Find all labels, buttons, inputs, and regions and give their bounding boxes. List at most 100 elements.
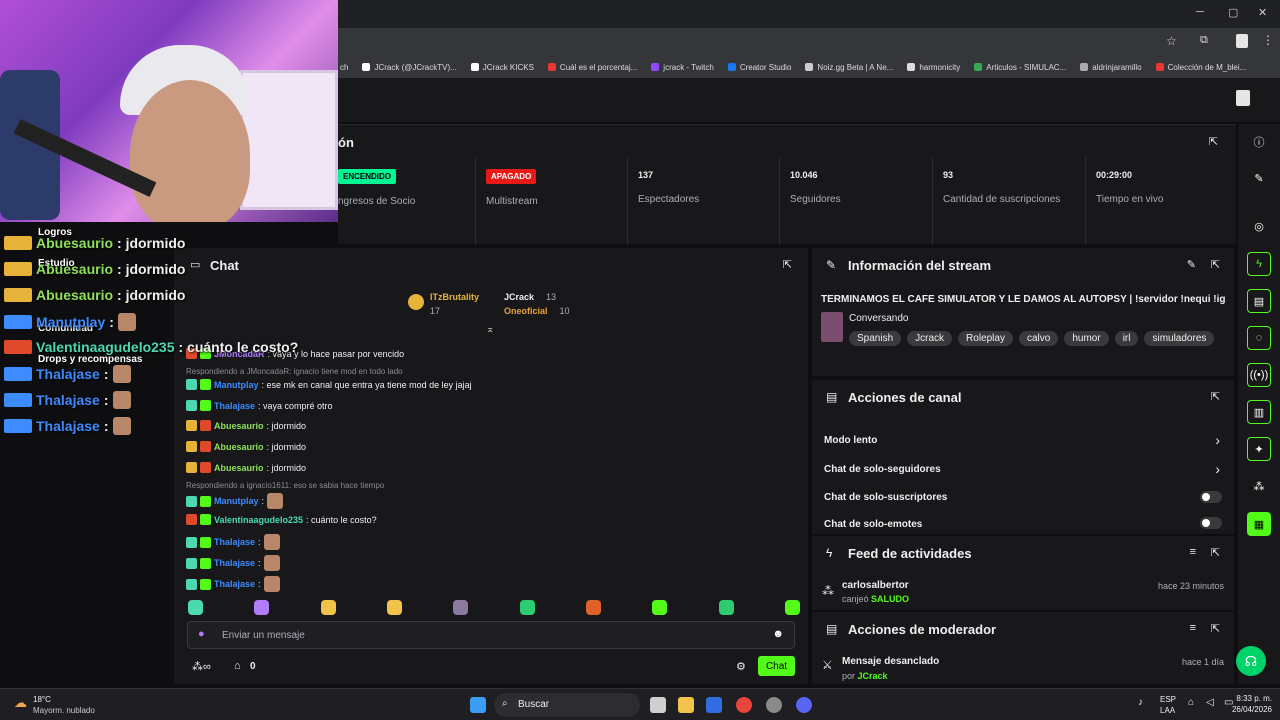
settings-icon[interactable]: ⚙ xyxy=(736,660,746,673)
chat-username[interactable]: Abuesaurio xyxy=(214,421,264,431)
taskbar-search[interactable]: ⌕ Buscar xyxy=(494,693,640,717)
chat-username[interactable]: Thalajase xyxy=(214,537,255,547)
popout-icon[interactable]: ⇱ xyxy=(1209,135,1218,148)
mic-icon[interactable]: ● xyxy=(198,628,205,640)
extensions-icon[interactable]: ⧉ xyxy=(1200,34,1208,47)
clock-time[interactable]: 8:33 p. m. xyxy=(1228,694,1272,703)
mail-icon[interactable] xyxy=(706,697,722,713)
chat-username[interactable]: Thalajase xyxy=(214,558,255,568)
chat-username[interactable]: Thalajase xyxy=(214,401,255,411)
support-icon[interactable]: ☊ xyxy=(1236,646,1266,676)
network-icon[interactable]: ⌂ xyxy=(1188,697,1194,708)
emote-icon[interactable] xyxy=(784,600,800,615)
camera-icon[interactable]: ◎ xyxy=(1247,214,1271,238)
leaderboard-entry[interactable]: Oneoficial 10 xyxy=(504,306,570,316)
task-view-icon[interactable] xyxy=(650,697,666,713)
category-name[interactable]: Conversando xyxy=(849,313,908,324)
clock-date[interactable]: 26/04/2026 xyxy=(1222,705,1272,714)
leaderboard-entry[interactable]: JCrack 13 xyxy=(504,292,556,302)
stream-tag[interactable]: Spanish xyxy=(849,331,902,346)
bookmark-item[interactable]: Noiz.gg Beta | A Ne... xyxy=(805,63,893,72)
emote-icon[interactable] xyxy=(254,600,270,615)
activity-user[interactable]: carlosalbertor xyxy=(842,580,909,591)
emote-icon[interactable] xyxy=(718,600,734,615)
tools-icon[interactable]: ▥ xyxy=(1247,400,1271,424)
windows-start-icon[interactable] xyxy=(470,697,486,713)
chat-username[interactable]: Valentinaagudelo235 xyxy=(214,515,303,525)
menu-icon[interactable]: ⋮ xyxy=(1262,33,1274,47)
lang-code[interactable]: ESP xyxy=(1160,695,1176,704)
popout-icon[interactable]: ⇱ xyxy=(1211,390,1220,403)
close-icon[interactable]: ✕ xyxy=(1258,6,1267,19)
emoji-icon[interactable]: ☻ xyxy=(772,628,784,640)
stream-tag[interactable]: irl xyxy=(1114,331,1139,346)
popout-icon[interactable]: ⇱ xyxy=(1211,546,1220,559)
emote-icon[interactable] xyxy=(386,600,402,615)
document-icon[interactable]: ▤ xyxy=(1247,289,1271,313)
bookmark-item[interactable]: aldrinjaramillo xyxy=(1080,63,1142,72)
filter-icon[interactable]: ≡ xyxy=(1190,546,1196,558)
lang-region[interactable]: LAA xyxy=(1160,706,1175,715)
send-chat-button[interactable]: Chat xyxy=(758,656,795,676)
chat-username[interactable]: Manutplay xyxy=(214,380,259,390)
discord-icon[interactable] xyxy=(796,697,812,713)
file-explorer-icon[interactable] xyxy=(678,697,694,713)
chat-username[interactable]: Abuesaurio xyxy=(214,463,264,473)
subs-only-toggle[interactable] xyxy=(1200,491,1222,503)
edit-icon[interactable]: ✎ xyxy=(1187,258,1196,271)
stream-tag[interactable]: Roleplay xyxy=(958,331,1013,346)
popout-icon[interactable]: ⇱ xyxy=(1211,622,1220,635)
popout-icon[interactable]: ⇱ xyxy=(1211,258,1220,271)
mod-by-user[interactable]: JCrack xyxy=(858,671,888,681)
chevron-right-icon[interactable]: › xyxy=(1215,461,1220,477)
emote-icon[interactable] xyxy=(188,600,203,615)
leaderboard-entry[interactable]: ITzBrutality 17 xyxy=(430,292,479,316)
chat-icon[interactable]: ◌ xyxy=(1247,326,1271,350)
chat-username[interactable]: Manutplay xyxy=(214,496,259,506)
stream-tag[interactable]: Jcrack xyxy=(907,331,953,346)
stream-tag[interactable]: humor xyxy=(1064,331,1109,346)
chat-username[interactable]: Abuesaurio xyxy=(214,442,264,452)
maximize-icon[interactable]: ▢ xyxy=(1228,6,1238,19)
chrome-icon[interactable] xyxy=(736,697,752,713)
infinity-icon[interactable]: ⁂∞ xyxy=(192,660,211,673)
chat-username[interactable]: Thalajase xyxy=(214,579,255,589)
stream-tag[interactable]: calvo xyxy=(1018,331,1059,346)
slow-mode-row[interactable]: Modo lento xyxy=(824,435,877,446)
emote-icon[interactable] xyxy=(585,600,601,615)
followers-only-row[interactable]: Chat de solo-seguidores xyxy=(824,464,941,475)
volume-icon[interactable]: ◁ xyxy=(1206,697,1214,708)
weather-icon[interactable]: ☁ xyxy=(14,695,27,711)
broadcast-icon[interactable]: ((•)) xyxy=(1247,363,1271,387)
bolt-icon[interactable]: ϟ xyxy=(1247,252,1271,276)
app-icon[interactable] xyxy=(766,697,782,713)
bookmark-item[interactable]: Cuál es el porcentaj... xyxy=(547,63,637,72)
emote-icon[interactable] xyxy=(652,600,668,615)
overlay-menu-item[interactable]: Drops y recompensas xyxy=(38,354,143,365)
share-icon[interactable]: ⁂ xyxy=(1247,474,1271,498)
pin-icon[interactable]: ⌅ xyxy=(486,324,494,335)
bookmark-item[interactable]: jcrack - Twitch xyxy=(651,63,714,72)
emote-icon[interactable] xyxy=(320,600,336,615)
mic-icon[interactable]: ♪ xyxy=(1138,697,1143,708)
wrench-icon[interactable]: ✦ xyxy=(1247,437,1271,461)
chat-input[interactable]: ● Enviar un mensaje ☻ xyxy=(187,621,795,649)
stream-tag[interactable]: simuladores xyxy=(1144,331,1215,346)
filter-icon[interactable]: ≡ xyxy=(1190,622,1196,634)
chevron-right-icon[interactable]: › xyxy=(1215,432,1220,448)
extension-icon[interactable]: ▦ xyxy=(1247,512,1271,536)
logo-icon[interactable] xyxy=(1236,90,1250,106)
popout-icon[interactable]: ⇱ xyxy=(783,258,792,271)
star-icon[interactable]: ☆ xyxy=(1166,34,1177,48)
emote-icon[interactable] xyxy=(519,600,535,615)
info-icon[interactable]: ⓘ xyxy=(1247,130,1271,154)
bookmark-item[interactable]: JCrack KICKS xyxy=(470,63,534,72)
emotes-only-toggle[interactable] xyxy=(1200,517,1222,529)
bookmark-item[interactable]: Creator Studio xyxy=(727,63,791,72)
bookmark-item[interactable]: Articulos - SIMULAC... xyxy=(974,63,1066,72)
bookmark-item[interactable]: ch xyxy=(340,63,348,72)
edit-icon[interactable]: ✎ xyxy=(1247,166,1271,190)
bookmark-item[interactable]: JCrack (@JCrackTV)... xyxy=(362,63,457,72)
emote-icon[interactable] xyxy=(453,600,469,615)
bookmark-item[interactable]: Colección de M_blei... xyxy=(1155,63,1246,72)
